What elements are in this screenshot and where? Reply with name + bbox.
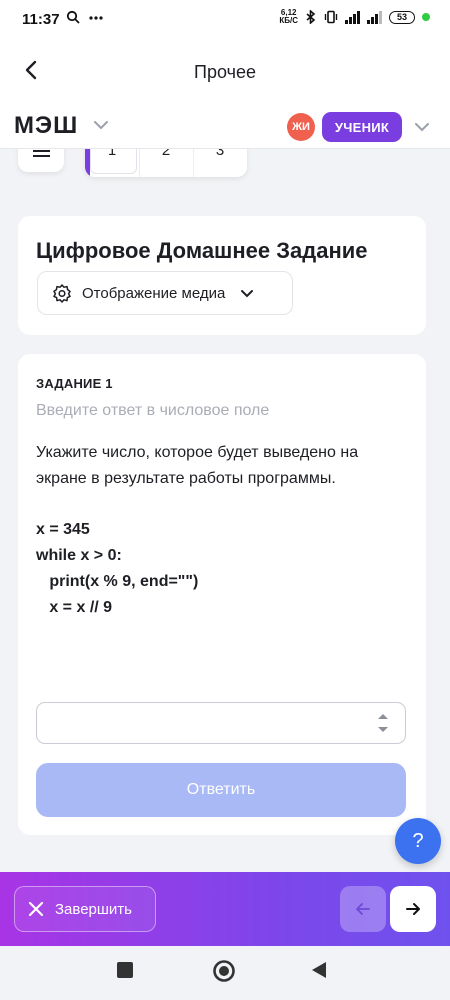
gear-icon — [53, 284, 71, 303]
task-card: ЗАДАНИЕ 1 Введите ответ в числовое поле … — [18, 354, 426, 835]
chevron-down-icon — [415, 123, 429, 132]
chevron-down-icon — [241, 290, 254, 298]
chevron-down-icon — [94, 121, 108, 130]
net-speed: 6,12 КБ/С — [279, 9, 298, 25]
help-button[interactable]: ? — [395, 818, 441, 864]
assignment-title: Цифровое Домашнее Задание — [36, 238, 368, 263]
mesh-logo-overlay: МЭШ — [14, 112, 79, 139]
next-button[interactable] — [390, 886, 436, 932]
code-line: print(x % 9, end="") — [36, 573, 199, 590]
media-display-button[interactable]: Отображение медиа — [37, 271, 293, 315]
vibrate-icon — [324, 10, 338, 24]
answer-input[interactable] — [36, 702, 406, 744]
indicator-dot — [422, 13, 430, 21]
signal-4g-icon — [367, 10, 382, 24]
arrow-right-icon — [406, 903, 420, 915]
number-stepper-icon[interactable] — [375, 710, 391, 736]
app-header: Прочее — [0, 40, 450, 102]
code-line: x = x // 9 — [36, 599, 113, 616]
avatar-overlay: ЖИ — [287, 113, 315, 141]
net-speed-unit: КБ/С — [279, 16, 298, 25]
role-badge-overlay: УЧЕНИК — [322, 112, 402, 142]
previous-button[interactable] — [340, 886, 386, 932]
submit-answer-button[interactable]: Ответить — [36, 763, 406, 817]
code-line: while x > 0: — [36, 547, 122, 564]
status-bar: 11:37 6,12 КБ/С 53 — [0, 0, 450, 40]
recent-apps-icon[interactable] — [116, 961, 134, 979]
back-icon[interactable] — [310, 961, 328, 979]
code-line: x = 345 — [36, 521, 90, 538]
assignment-card: Цифровое Домашнее Задание Отображение ме… — [18, 216, 426, 335]
arrow-left-icon — [356, 903, 370, 915]
code-block: x = 345 while x > 0: print(x % 9, end="")… — [36, 517, 198, 621]
finish-label: Завершить — [55, 900, 132, 918]
signal-icon — [345, 10, 360, 24]
task-hint: Введите ответ в числовое поле — [36, 402, 270, 419]
close-icon — [28, 901, 44, 917]
bottom-action-bar: Завершить — [0, 872, 450, 946]
home-icon[interactable] — [212, 959, 236, 983]
search-icon — [66, 10, 80, 24]
task-label: ЗАДАНИЕ 1 — [36, 376, 113, 391]
task-question: Укажите число, которое будет выведено на… — [36, 444, 359, 487]
more-icon — [89, 16, 103, 20]
finish-button[interactable]: Завершить — [14, 886, 156, 932]
bluetooth-icon — [306, 10, 316, 24]
page-title: Прочее — [194, 62, 256, 82]
media-display-label: Отображение медиа — [82, 284, 226, 302]
battery-icon: 53 — [389, 10, 415, 24]
status-time: 11:37 — [22, 11, 60, 28]
system-navigation — [0, 946, 450, 1000]
